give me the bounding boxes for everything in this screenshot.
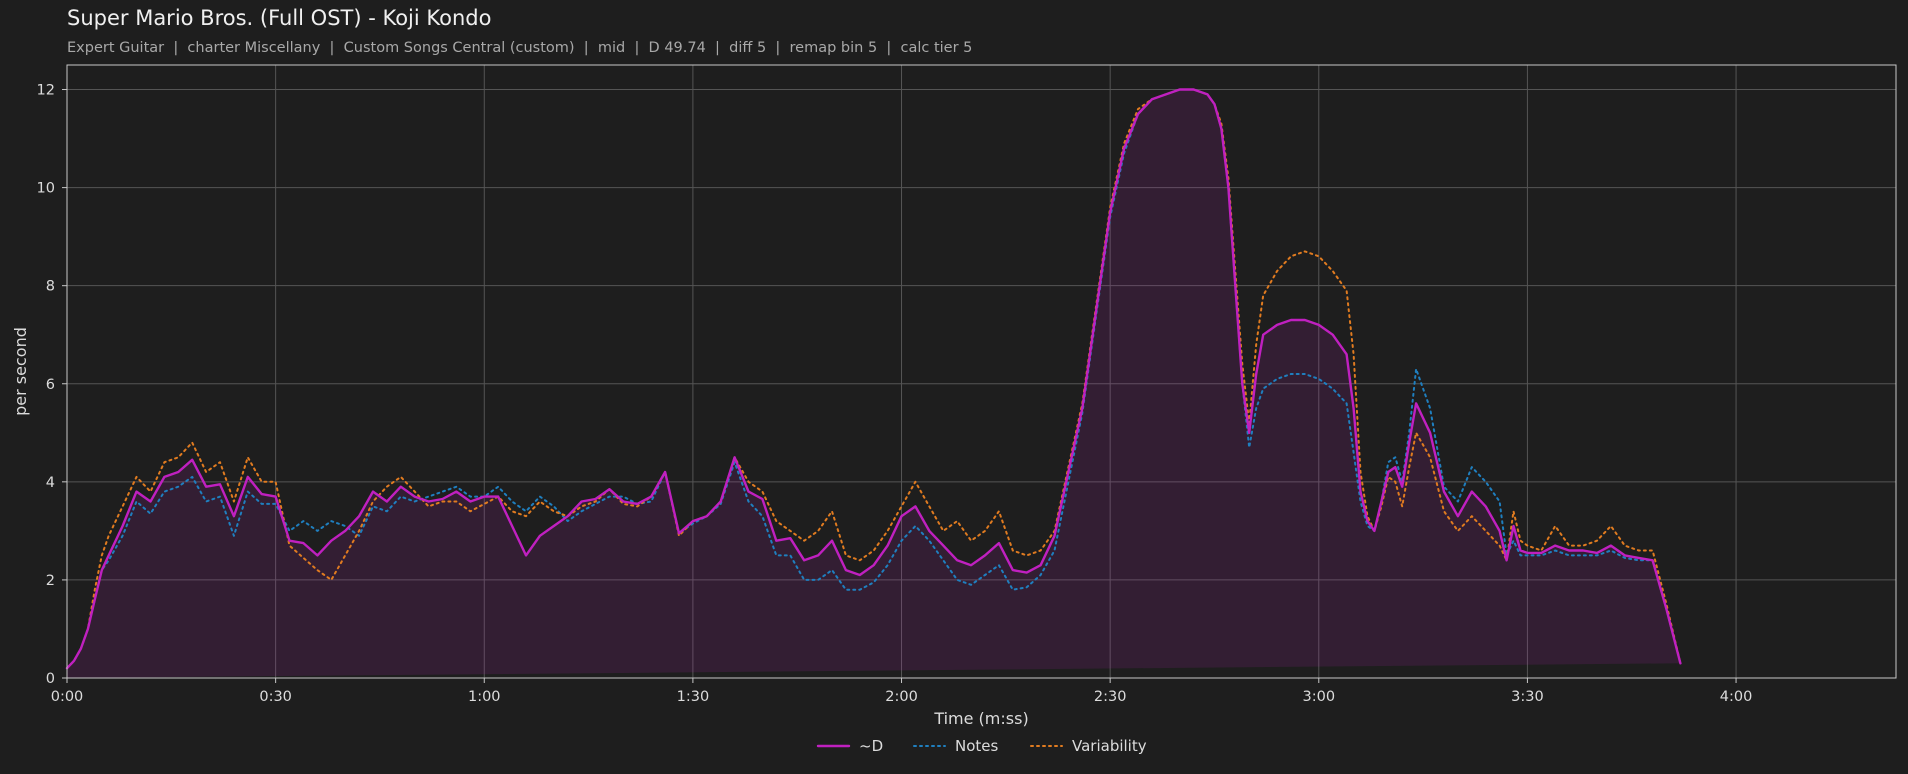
- y-tick-label: 8: [46, 279, 55, 295]
- x-tick-label: 2:00: [885, 689, 918, 705]
- x-tick-label: 1:00: [468, 689, 501, 705]
- x-tick-label: 3:30: [1511, 689, 1544, 705]
- legend-label: Notes: [955, 737, 999, 755]
- line-chart: 0:00 0:30 1:00 1:30 2:00 2:30 3:00 3:30 4:00 0 2 4 6…: [11, 64, 1897, 755]
- x-tick-label: 4:00: [1720, 689, 1753, 705]
- y-tick-label: 2: [46, 573, 55, 589]
- y-axis-label: per second: [11, 327, 30, 416]
- x-tick-label: 0:30: [259, 689, 292, 705]
- legend-label: Variability: [1072, 737, 1147, 755]
- x-tick-label: 1:30: [677, 689, 710, 705]
- y-tick-label: 10: [37, 181, 55, 197]
- x-axis-label: Time (m:ss): [933, 709, 1028, 728]
- x-tick-label: 3:00: [1303, 689, 1336, 705]
- x-tick-label: 0:00: [51, 689, 84, 705]
- y-tick-label: 0: [46, 671, 55, 687]
- y-tick-label: 6: [46, 377, 55, 393]
- y-tick-label: 4: [46, 475, 55, 491]
- y-tick-label: 12: [37, 83, 55, 99]
- legend-label: ~D: [859, 737, 883, 755]
- x-tick-label: 2:30: [1094, 689, 1127, 705]
- legend: ~D Notes Variability: [816, 737, 1147, 755]
